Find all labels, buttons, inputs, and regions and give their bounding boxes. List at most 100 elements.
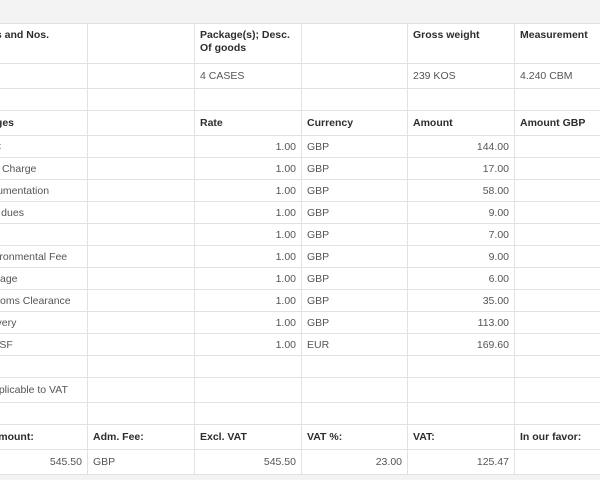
empty-cell bbox=[301, 63, 408, 89]
currency-header: Currency bbox=[301, 110, 408, 136]
charge-currency: GBP bbox=[301, 223, 408, 246]
charges-header-row: arges Rate Currency Amount Amount GBP bbox=[0, 110, 600, 136]
gross-weight-header: Gross weight bbox=[407, 23, 515, 64]
charge-amount-gbp: 58 bbox=[514, 179, 600, 202]
charge-rate: 1.00 bbox=[194, 179, 302, 202]
charge-row: elivery 1.00GBP113.00113 bbox=[0, 311, 600, 334]
marks-header: rks and Nos. bbox=[0, 23, 88, 64]
empty-cell bbox=[87, 333, 195, 356]
shipment-header-row: rks and Nos. Package(s); Desc. Of goods … bbox=[0, 23, 600, 64]
empty-cell bbox=[87, 311, 195, 334]
in-our-favor-header: In our favor: bbox=[514, 424, 600, 450]
packages-header: Package(s); Desc. Of goods bbox=[194, 23, 302, 64]
adm-fee-header: Adm. Fee: bbox=[87, 424, 195, 450]
charge-name: ocumentation bbox=[0, 179, 88, 202]
empty-cell bbox=[87, 135, 195, 158]
charge-name: HC bbox=[0, 135, 88, 158]
empty-cell bbox=[87, 201, 195, 224]
empty-cell bbox=[87, 23, 195, 64]
measurement-value: 4.240 CBM bbox=[514, 63, 600, 89]
charge-rate: 1.00 bbox=[194, 267, 302, 290]
charge-currency: GBP bbox=[301, 201, 408, 224]
charge-amount-gbp: 113 bbox=[514, 311, 600, 334]
charge-rate: 1.00 bbox=[194, 135, 302, 158]
charge-amount: 17.00 bbox=[407, 157, 515, 180]
empty-cell bbox=[87, 110, 195, 136]
vat-note: Applicable to VAT bbox=[0, 377, 88, 403]
charge-amount: 35.00 bbox=[407, 289, 515, 312]
empty-cell bbox=[301, 23, 408, 64]
invoice-table: rks and Nos. Package(s); Desc. Of goods … bbox=[0, 23, 600, 475]
vat-note-row: Applicable to VAT bbox=[0, 377, 600, 403]
in-our-favor-value: 670 bbox=[514, 449, 600, 475]
vat-value: 125.47 bbox=[407, 449, 515, 475]
net-amount-header: t amount: bbox=[0, 424, 88, 450]
charge-amount: 6.00 bbox=[407, 267, 515, 290]
charge-amount-gbp: 6 bbox=[514, 267, 600, 290]
charge-rate: 1.00 bbox=[194, 289, 302, 312]
charge-amount-gbp: 17 bbox=[514, 157, 600, 180]
charge-amount-gbp: 9 bbox=[514, 201, 600, 224]
packages-value: 4 CASES bbox=[194, 63, 302, 89]
spacer-row bbox=[0, 402, 600, 425]
empty-cell bbox=[87, 245, 195, 268]
charge-currency: GBP bbox=[301, 179, 408, 202]
excl-vat-value: 545.50 bbox=[194, 449, 302, 475]
charge-currency: GBP bbox=[301, 245, 408, 268]
charge-rate: 1.00 bbox=[194, 245, 302, 268]
charge-amount-gbp: 35 bbox=[514, 289, 600, 312]
charge-name: /CISF bbox=[0, 333, 88, 356]
empty-cell bbox=[87, 223, 195, 246]
charge-currency: GBP bbox=[301, 135, 408, 158]
charge-name: ustoms Clearance bbox=[0, 289, 88, 312]
charge-name: nvironmental Fee bbox=[0, 245, 88, 268]
vat-header: VAT: bbox=[407, 424, 515, 450]
charge-amount-gbp: 9 bbox=[514, 245, 600, 268]
empty-cell bbox=[87, 267, 195, 290]
charge-name: ort dues bbox=[0, 201, 88, 224]
charge-amount: 9.00 bbox=[407, 245, 515, 268]
charge-currency: GBP bbox=[301, 289, 408, 312]
charge-amount-gbp: 144 bbox=[514, 135, 600, 158]
charge-rate: 1.00 bbox=[194, 201, 302, 224]
empty-cell bbox=[87, 157, 195, 180]
charge-row: ocumentation 1.00GBP58.0058 bbox=[0, 179, 600, 202]
charge-row: ostage 1.00GBP6.006 bbox=[0, 267, 600, 290]
charge-rate: 1.00 bbox=[194, 311, 302, 334]
charge-currency: GBP bbox=[301, 267, 408, 290]
charge-row: /CISF 1.00EUR169.60147 bbox=[0, 333, 600, 356]
empty-cell bbox=[87, 179, 195, 202]
charge-row: CL Charge 1.00GBP17.0017 bbox=[0, 157, 600, 180]
charge-currency: GBP bbox=[301, 157, 408, 180]
charge-row: HC 1.00GBP144.00144 bbox=[0, 135, 600, 158]
invoice-sheet: rks and Nos. Package(s); Desc. Of goods … bbox=[0, 0, 600, 480]
charge-amount: 58.00 bbox=[407, 179, 515, 202]
charge-amount: 144.00 bbox=[407, 135, 515, 158]
spacer-row bbox=[0, 355, 600, 378]
empty-cell bbox=[87, 63, 195, 89]
charge-row: PS 1.00GBP7.007 bbox=[0, 223, 600, 246]
empty-cell bbox=[0, 63, 88, 89]
charge-row: nvironmental Fee 1.00GBP9.009 bbox=[0, 245, 600, 268]
excl-vat-header: Excl. VAT bbox=[194, 424, 302, 450]
shipment-values-row: 4 CASES 239 KOS 4.240 CBM bbox=[0, 63, 600, 89]
charge-name: ostage bbox=[0, 267, 88, 290]
charge-amount: 9.00 bbox=[407, 201, 515, 224]
rate-header: Rate bbox=[194, 110, 302, 136]
adm-fee-value: GBP bbox=[87, 449, 195, 475]
charge-currency: EUR bbox=[301, 333, 408, 356]
charge-rate: 1.00 bbox=[194, 223, 302, 246]
charge-rate: 1.00 bbox=[194, 157, 302, 180]
charge-rate: 1.00 bbox=[194, 333, 302, 356]
net-amount-value: 545.50 bbox=[0, 449, 88, 475]
charge-row: ort dues 1.00GBP9.009 bbox=[0, 201, 600, 224]
empty-cell bbox=[87, 289, 195, 312]
spacer-row bbox=[0, 88, 600, 111]
gross-weight-value: 239 KOS bbox=[407, 63, 515, 89]
charge-name: PS bbox=[0, 223, 88, 246]
measurement-header: Measurement bbox=[514, 23, 600, 64]
charge-amount: 113.00 bbox=[407, 311, 515, 334]
charge-name: elivery bbox=[0, 311, 88, 334]
charge-row: ustoms Clearance 1.00GBP35.0035 bbox=[0, 289, 600, 312]
totals-header-row: t amount: Adm. Fee: Excl. VAT VAT %: VAT… bbox=[0, 424, 600, 450]
